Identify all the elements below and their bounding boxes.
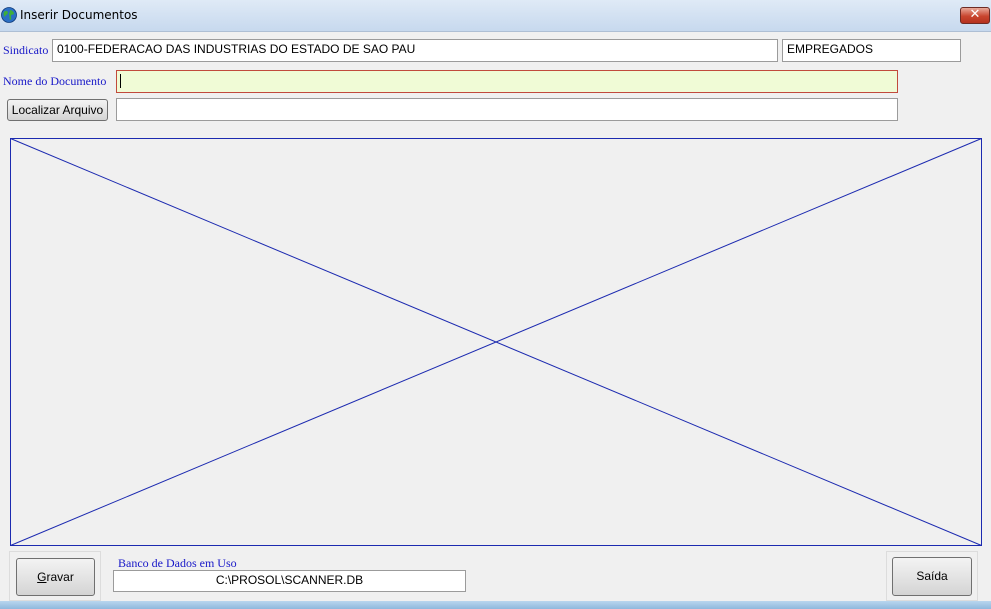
title-bar: Inserir Documentos ✕ [0, 0, 991, 32]
window-bottom-border [0, 601, 991, 609]
window-title: Inserir Documentos [20, 8, 138, 22]
saida-button[interactable]: Saída [892, 557, 972, 596]
document-preview [10, 138, 982, 546]
categoria-field[interactable]: EMPREGADOS [782, 39, 961, 62]
globe-icon [1, 7, 17, 23]
sindicato-field[interactable]: 0100-FEDERACAO DAS INDUSTRIAS DO ESTADO … [52, 39, 778, 62]
nome-documento-input[interactable] [116, 70, 898, 93]
close-icon: ✕ [969, 7, 981, 22]
sindicato-label: Sindicato [3, 43, 49, 57]
close-button[interactable]: ✕ [960, 7, 990, 24]
gravar-accelerator: G [37, 570, 47, 584]
banco-field: C:\PROSOL\SCANNER.DB [113, 570, 466, 592]
gravar-label-rest: ravar [46, 570, 74, 584]
banco-label: Banco de Dados em Uso [118, 556, 237, 570]
text-caret [120, 74, 121, 88]
localizar-arquivo-button[interactable]: Localizar Arquivo [7, 99, 108, 121]
nome-documento-label: Nome do Documento [3, 74, 107, 88]
arquivo-path-field[interactable] [116, 98, 898, 121]
gravar-button[interactable]: Gravar [16, 558, 95, 596]
